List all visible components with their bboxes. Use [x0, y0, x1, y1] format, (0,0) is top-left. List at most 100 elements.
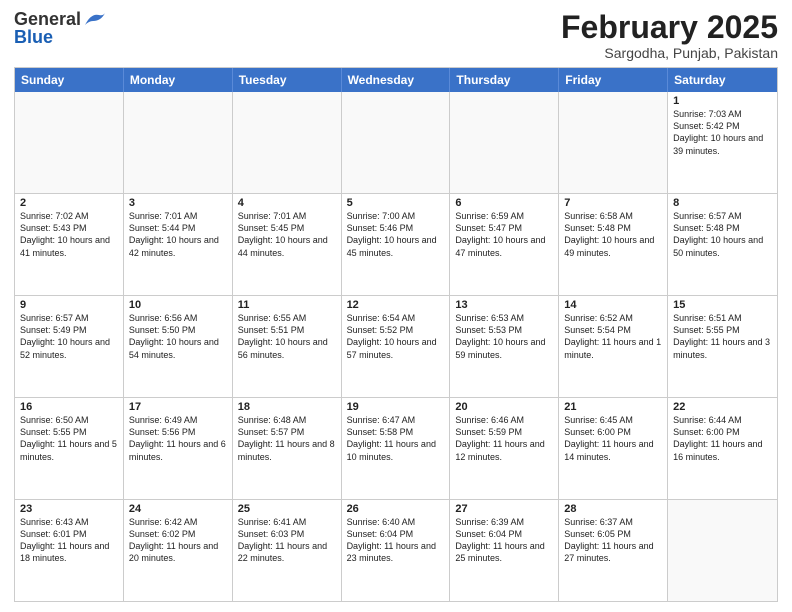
cal-cell-4-0: 23Sunrise: 6:43 AM Sunset: 6:01 PM Dayli… — [15, 500, 124, 601]
day-number: 7 — [564, 197, 662, 209]
cell-text: Sunrise: 6:44 AM Sunset: 6:00 PM Dayligh… — [673, 414, 772, 463]
cell-text: Sunrise: 6:57 AM Sunset: 5:48 PM Dayligh… — [673, 210, 772, 259]
cell-text: Sunrise: 6:54 AM Sunset: 5:52 PM Dayligh… — [347, 312, 445, 361]
cal-header-wednesday: Wednesday — [342, 68, 451, 92]
day-number: 19 — [347, 401, 445, 413]
cal-cell-2-2: 11Sunrise: 6:55 AM Sunset: 5:51 PM Dayli… — [233, 296, 342, 397]
cell-text: Sunrise: 6:58 AM Sunset: 5:48 PM Dayligh… — [564, 210, 662, 259]
cell-text: Sunrise: 6:40 AM Sunset: 6:04 PM Dayligh… — [347, 516, 445, 565]
cal-cell-3-5: 21Sunrise: 6:45 AM Sunset: 6:00 PM Dayli… — [559, 398, 668, 499]
cal-cell-1-1: 3Sunrise: 7:01 AM Sunset: 5:44 PM Daylig… — [124, 194, 233, 295]
header-right: February 2025 Sargodha, Punjab, Pakistan — [561, 10, 778, 61]
cal-header-thursday: Thursday — [450, 68, 559, 92]
day-number: 14 — [564, 299, 662, 311]
day-number: 22 — [673, 401, 772, 413]
day-number: 27 — [455, 503, 553, 515]
day-number: 21 — [564, 401, 662, 413]
day-number: 2 — [20, 197, 118, 209]
day-number: 25 — [238, 503, 336, 515]
cell-text: Sunrise: 7:03 AM Sunset: 5:42 PM Dayligh… — [673, 108, 772, 157]
cal-row-1: 2Sunrise: 7:02 AM Sunset: 5:43 PM Daylig… — [15, 193, 777, 295]
cell-text: Sunrise: 6:53 AM Sunset: 5:53 PM Dayligh… — [455, 312, 553, 361]
cell-text: Sunrise: 6:43 AM Sunset: 6:01 PM Dayligh… — [20, 516, 118, 565]
cal-cell-2-5: 14Sunrise: 6:52 AM Sunset: 5:54 PM Dayli… — [559, 296, 668, 397]
cell-text: Sunrise: 6:45 AM Sunset: 6:00 PM Dayligh… — [564, 414, 662, 463]
cal-row-2: 9Sunrise: 6:57 AM Sunset: 5:49 PM Daylig… — [15, 295, 777, 397]
day-number: 17 — [129, 401, 227, 413]
day-number: 16 — [20, 401, 118, 413]
cell-text: Sunrise: 6:47 AM Sunset: 5:58 PM Dayligh… — [347, 414, 445, 463]
cal-header-saturday: Saturday — [668, 68, 777, 92]
cal-cell-1-3: 5Sunrise: 7:00 AM Sunset: 5:46 PM Daylig… — [342, 194, 451, 295]
cal-cell-1-5: 7Sunrise: 6:58 AM Sunset: 5:48 PM Daylig… — [559, 194, 668, 295]
day-number: 9 — [20, 299, 118, 311]
cal-header-monday: Monday — [124, 68, 233, 92]
logo-general: General — [14, 10, 81, 28]
cell-text: Sunrise: 6:57 AM Sunset: 5:49 PM Dayligh… — [20, 312, 118, 361]
cell-text: Sunrise: 6:41 AM Sunset: 6:03 PM Dayligh… — [238, 516, 336, 565]
cal-cell-1-6: 8Sunrise: 6:57 AM Sunset: 5:48 PM Daylig… — [668, 194, 777, 295]
day-number: 28 — [564, 503, 662, 515]
cal-cell-4-4: 27Sunrise: 6:39 AM Sunset: 6:04 PM Dayli… — [450, 500, 559, 601]
cal-cell-3-2: 18Sunrise: 6:48 AM Sunset: 5:57 PM Dayli… — [233, 398, 342, 499]
cell-text: Sunrise: 6:59 AM Sunset: 5:47 PM Dayligh… — [455, 210, 553, 259]
day-number: 20 — [455, 401, 553, 413]
day-number: 24 — [129, 503, 227, 515]
cal-cell-3-0: 16Sunrise: 6:50 AM Sunset: 5:55 PM Dayli… — [15, 398, 124, 499]
cal-cell-2-6: 15Sunrise: 6:51 AM Sunset: 5:55 PM Dayli… — [668, 296, 777, 397]
day-number: 11 — [238, 299, 336, 311]
day-number: 3 — [129, 197, 227, 209]
cal-cell-3-4: 20Sunrise: 6:46 AM Sunset: 5:59 PM Dayli… — [450, 398, 559, 499]
day-number: 23 — [20, 503, 118, 515]
logo: General Blue — [14, 10, 105, 46]
cal-cell-1-0: 2Sunrise: 7:02 AM Sunset: 5:43 PM Daylig… — [15, 194, 124, 295]
cal-cell-3-6: 22Sunrise: 6:44 AM Sunset: 6:00 PM Dayli… — [668, 398, 777, 499]
location: Sargodha, Punjab, Pakistan — [561, 45, 778, 61]
cell-text: Sunrise: 7:01 AM Sunset: 5:45 PM Dayligh… — [238, 210, 336, 259]
day-number: 10 — [129, 299, 227, 311]
cal-cell-1-2: 4Sunrise: 7:01 AM Sunset: 5:45 PM Daylig… — [233, 194, 342, 295]
day-number: 13 — [455, 299, 553, 311]
calendar-header: SundayMondayTuesdayWednesdayThursdayFrid… — [15, 68, 777, 92]
cal-row-4: 23Sunrise: 6:43 AM Sunset: 6:01 PM Dayli… — [15, 499, 777, 601]
day-number: 15 — [673, 299, 772, 311]
cal-row-0: 1Sunrise: 7:03 AM Sunset: 5:42 PM Daylig… — [15, 92, 777, 193]
day-number: 26 — [347, 503, 445, 515]
cal-cell-3-3: 19Sunrise: 6:47 AM Sunset: 5:58 PM Dayli… — [342, 398, 451, 499]
cal-header-friday: Friday — [559, 68, 668, 92]
cal-cell-3-1: 17Sunrise: 6:49 AM Sunset: 5:56 PM Dayli… — [124, 398, 233, 499]
logo-blue: Blue — [14, 28, 53, 46]
day-number: 8 — [673, 197, 772, 209]
cell-text: Sunrise: 7:00 AM Sunset: 5:46 PM Dayligh… — [347, 210, 445, 259]
day-number: 6 — [455, 197, 553, 209]
cal-cell-4-2: 25Sunrise: 6:41 AM Sunset: 6:03 PM Dayli… — [233, 500, 342, 601]
cal-cell-4-6 — [668, 500, 777, 601]
cal-cell-1-4: 6Sunrise: 6:59 AM Sunset: 5:47 PM Daylig… — [450, 194, 559, 295]
cal-header-tuesday: Tuesday — [233, 68, 342, 92]
cal-cell-0-6: 1Sunrise: 7:03 AM Sunset: 5:42 PM Daylig… — [668, 92, 777, 193]
cal-cell-2-0: 9Sunrise: 6:57 AM Sunset: 5:49 PM Daylig… — [15, 296, 124, 397]
day-number: 1 — [673, 95, 772, 107]
cell-text: Sunrise: 6:48 AM Sunset: 5:57 PM Dayligh… — [238, 414, 336, 463]
cell-text: Sunrise: 6:49 AM Sunset: 5:56 PM Dayligh… — [129, 414, 227, 463]
cal-cell-2-1: 10Sunrise: 6:56 AM Sunset: 5:50 PM Dayli… — [124, 296, 233, 397]
day-number: 4 — [238, 197, 336, 209]
cal-cell-0-3 — [342, 92, 451, 193]
calendar-body: 1Sunrise: 7:03 AM Sunset: 5:42 PM Daylig… — [15, 92, 777, 601]
cal-cell-4-5: 28Sunrise: 6:37 AM Sunset: 6:05 PM Dayli… — [559, 500, 668, 601]
cal-cell-2-4: 13Sunrise: 6:53 AM Sunset: 5:53 PM Dayli… — [450, 296, 559, 397]
day-number: 5 — [347, 197, 445, 209]
cell-text: Sunrise: 7:02 AM Sunset: 5:43 PM Dayligh… — [20, 210, 118, 259]
cell-text: Sunrise: 6:37 AM Sunset: 6:05 PM Dayligh… — [564, 516, 662, 565]
cal-cell-2-3: 12Sunrise: 6:54 AM Sunset: 5:52 PM Dayli… — [342, 296, 451, 397]
cell-text: Sunrise: 6:50 AM Sunset: 5:55 PM Dayligh… — [20, 414, 118, 463]
month-title: February 2025 — [561, 10, 778, 45]
cell-text: Sunrise: 6:52 AM Sunset: 5:54 PM Dayligh… — [564, 312, 662, 361]
cal-header-sunday: Sunday — [15, 68, 124, 92]
cell-text: Sunrise: 6:39 AM Sunset: 6:04 PM Dayligh… — [455, 516, 553, 565]
page: General Blue February 2025 Sargodha, Pun… — [0, 0, 792, 612]
cell-text: Sunrise: 6:51 AM Sunset: 5:55 PM Dayligh… — [673, 312, 772, 361]
cell-text: Sunrise: 6:46 AM Sunset: 5:59 PM Dayligh… — [455, 414, 553, 463]
logo-bird-icon — [83, 11, 105, 27]
header: General Blue February 2025 Sargodha, Pun… — [14, 10, 778, 61]
